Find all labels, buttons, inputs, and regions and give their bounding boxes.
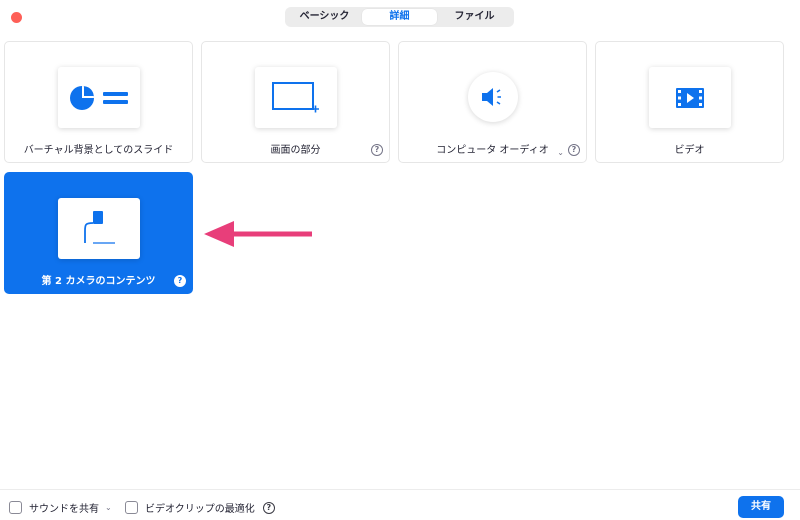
share-option-video[interactable]: ビデオ xyxy=(595,41,784,163)
share-sound-label: サウンドを共有 xyxy=(29,504,99,515)
optimize-video-label: ビデオクリップの最適化 xyxy=(145,504,255,515)
document-camera-icon xyxy=(83,210,115,244)
close-window-button[interactable] xyxy=(11,12,22,23)
card-label: 画面の部分 xyxy=(270,145,321,156)
video-file-icon xyxy=(675,87,704,108)
video-thumbnail xyxy=(648,67,731,128)
card-label: 第 2 カメラのコンテンツ xyxy=(41,276,156,287)
screen-portion-thumbnail xyxy=(254,67,337,128)
card-label: ビデオ xyxy=(674,145,705,156)
computer-audio-thumbnail xyxy=(467,72,518,122)
share-option-second-camera[interactable]: 第 2 カメラのコンテンツ ? xyxy=(4,172,193,294)
slides-icon xyxy=(69,85,128,110)
speaker-icon xyxy=(481,88,501,106)
tab-advanced[interactable]: 詳細 xyxy=(362,9,437,25)
help-icon[interactable]: ? xyxy=(371,144,383,156)
share-sound-option: サウンドを共有 ⌄ xyxy=(9,500,112,515)
share-option-screen-portion[interactable]: 画面の部分 ? xyxy=(201,41,390,163)
share-option-slides-background[interactable]: バーチャル背景としてのスライド xyxy=(4,41,193,163)
tab-bar: ベーシック 詳細 ファイル xyxy=(285,7,514,27)
footer-bar: サウンドを共有 ⌄ ビデオクリップの最適化 ? 共有 xyxy=(0,489,800,520)
second-camera-thumbnail xyxy=(57,198,140,259)
help-icon[interactable]: ? xyxy=(262,501,275,514)
card-label: バーチャル背景としてのスライド xyxy=(23,145,174,156)
share-sound-checkbox[interactable] xyxy=(9,501,22,514)
tab-basic[interactable]: ベーシック xyxy=(287,9,362,25)
chevron-down-icon[interactable]: ⌄ xyxy=(557,148,564,157)
share-option-computer-audio[interactable]: コンピュータ オーディオ ⌄ ? xyxy=(398,41,587,163)
help-icon[interactable]: ? xyxy=(568,144,580,156)
optimize-video-option: ビデオクリップの最適化 ? xyxy=(125,500,275,515)
chevron-down-icon[interactable]: ⌄ xyxy=(105,503,112,512)
optimize-video-checkbox[interactable] xyxy=(125,501,138,514)
tab-files[interactable]: ファイル xyxy=(437,9,512,25)
share-button[interactable]: 共有 xyxy=(738,496,784,518)
screen-portion-icon xyxy=(271,81,319,112)
help-icon[interactable]: ? xyxy=(174,275,186,287)
arrow-left-icon xyxy=(204,221,312,247)
slides-thumbnail xyxy=(57,67,140,128)
